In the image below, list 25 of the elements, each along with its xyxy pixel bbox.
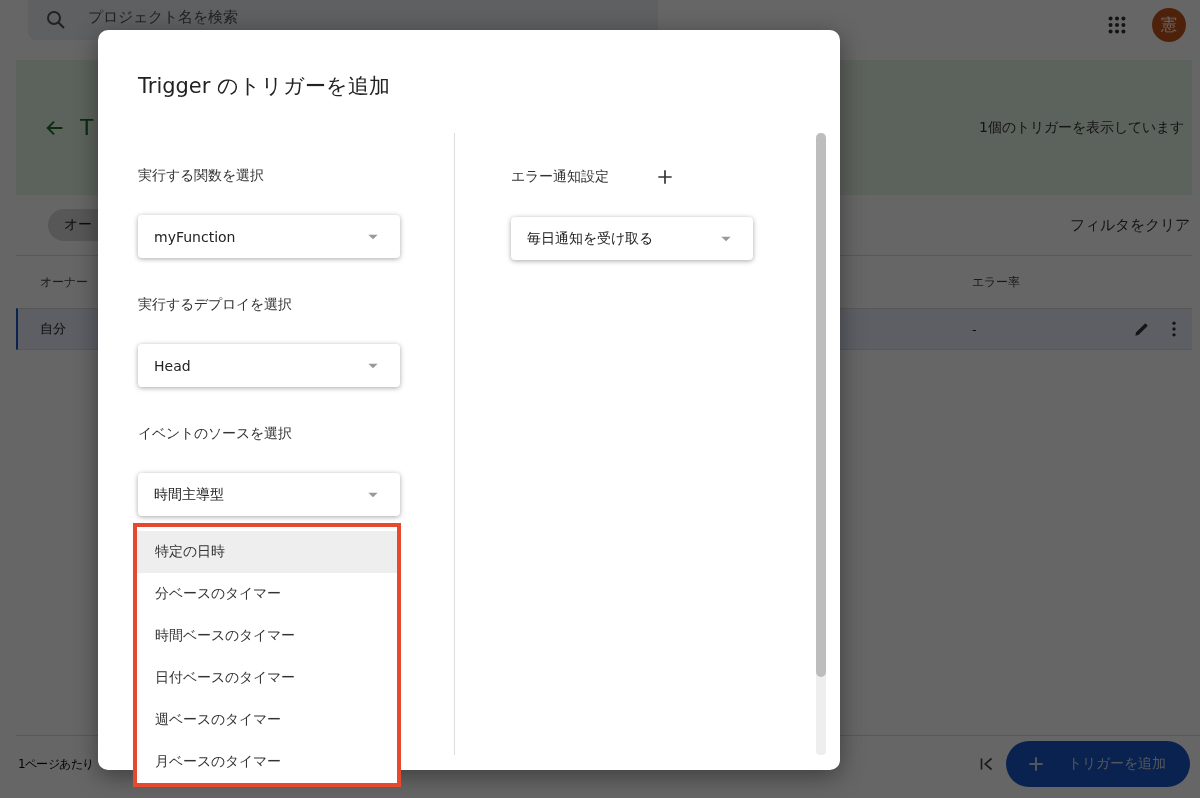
menu-item[interactable]: 日付ベースのタイマー <box>137 657 397 699</box>
field-label: 実行する関数を選択 <box>138 167 265 185</box>
dropdown-field[interactable]: Head <box>138 344 400 387</box>
menu-item[interactable]: 特定の日時 <box>137 531 397 573</box>
add-icon[interactable] <box>655 167 675 187</box>
dropdown-field[interactable]: 毎日通知を受け取る <box>511 217 753 260</box>
trigger-count: 1個のトリガーを表示しています <box>979 118 1184 137</box>
menu-item[interactable]: 月ベースのタイマー <box>137 741 397 783</box>
field-label: イベントのソースを選択 <box>138 425 293 443</box>
menu-item[interactable]: 時間ベースのタイマー <box>137 615 397 657</box>
plus-icon <box>1026 754 1046 774</box>
field-label: 実行するデプロイを選択 <box>138 296 293 314</box>
rows-per-page-label: 1ページあたり <box>18 755 94 773</box>
field-label: エラー通知設定 <box>511 168 609 186</box>
menu-item[interactable]: 週ベースのタイマー <box>137 699 397 741</box>
apps-grid-icon[interactable] <box>1106 14 1128 36</box>
table-cell-text: - <box>972 321 978 337</box>
column-header: エラー率 <box>972 273 1021 291</box>
page-title: T <box>80 115 94 140</box>
column-header: オーナー <box>40 273 89 291</box>
dropdown-field[interactable]: myFunction <box>138 215 400 258</box>
dialog-title: Trigger のトリガーを追加 <box>138 73 392 100</box>
table-cell-text: 自分 <box>40 320 67 338</box>
menu-item[interactable]: 分ベースのタイマー <box>137 573 397 615</box>
dropdown-field[interactable]: 時間主導型 <box>138 473 400 516</box>
